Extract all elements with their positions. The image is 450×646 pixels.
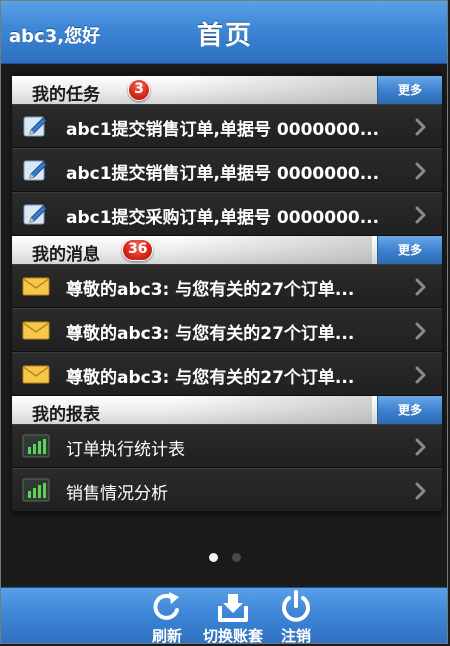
report-item-2[interactable]: 销售情况分析 [12, 468, 442, 512]
bar-chart-icon [22, 434, 50, 458]
refresh-icon [153, 592, 179, 620]
section-header-reports: 我的报表 更多 [12, 396, 442, 425]
bottom-toolbar: 刷新 切换账套 注销 [1, 587, 447, 644]
download-tray-icon [218, 594, 248, 622]
chevron-right-icon [415, 438, 426, 456]
bar-chart-icon [22, 478, 50, 502]
task-item-3[interactable]: abc1提交采购订单,单据号 0000000... [12, 192, 442, 236]
message-item-text: 尊敬的abc3: 与您有关的27个订单... [66, 368, 355, 388]
page-indicator[interactable] [1, 547, 447, 566]
task-item-text: abc1提交销售订单,单据号 0000000... [66, 164, 380, 184]
logout-label: 注销 [280, 627, 311, 644]
page-title: 首页 [196, 21, 253, 51]
home-panel: 我的任务 3 更多 abc1提交销售订单,单据号 0000000... abc1… [12, 71, 442, 513]
chevron-right-icon [415, 162, 426, 180]
logout-button[interactable]: 注销 [271, 590, 321, 644]
reports-more-button[interactable]: 更多 [377, 396, 442, 424]
task-item-2[interactable]: abc1提交销售订单,单据号 0000000... [12, 148, 442, 192]
envelope-icon [22, 365, 50, 384]
tasks-count-badge: 3 [128, 79, 150, 101]
task-item-text: abc1提交采购订单,单据号 0000000... [66, 208, 380, 228]
chevron-right-icon [415, 278, 426, 296]
section-title-reports: 我的报表 [32, 405, 100, 425]
refresh-button[interactable]: 刷新 [139, 590, 195, 644]
section-title-messages: 我的消息 [32, 245, 100, 265]
switch-account-button[interactable]: 切换账套 [195, 590, 271, 644]
message-item-2[interactable]: 尊敬的abc3: 与您有关的27个订单... [12, 308, 442, 352]
envelope-icon [22, 321, 50, 340]
messages-more-button[interactable]: 更多 [377, 236, 442, 264]
report-item-text: 订单执行统计表 [66, 440, 185, 460]
app-screen: abc3,您好 首页 我的任务 3 更多 abc1提交销售订单,单据号 0000… [0, 0, 448, 644]
section-header-tasks: 我的任务 3 更多 [12, 76, 442, 105]
message-item-1[interactable]: 尊敬的abc3: 与您有关的27个订单... [12, 264, 442, 308]
refresh-label: 刷新 [151, 627, 182, 644]
tasks-more-button[interactable]: 更多 [377, 76, 442, 104]
message-item-3[interactable]: 尊敬的abc3: 与您有关的27个订单... [12, 352, 442, 396]
chevron-right-icon [415, 322, 426, 340]
message-item-text: 尊敬的abc3: 与您有关的27个订单... [66, 324, 355, 344]
page-dot-1[interactable] [209, 553, 218, 562]
message-item-text: 尊敬的abc3: 与您有关的27个订单... [66, 280, 355, 300]
edit-note-icon [23, 116, 47, 137]
switch-account-label: 切换账套 [202, 627, 263, 644]
chevron-right-icon [415, 366, 426, 384]
edit-note-icon [23, 160, 47, 181]
section-title-tasks: 我的任务 [32, 85, 100, 105]
chevron-right-icon [415, 482, 426, 500]
section-header-messages: 我的消息 36 更多 [12, 236, 442, 265]
chevron-right-icon [415, 118, 426, 136]
report-item-text: 销售情况分析 [66, 484, 168, 504]
page-dot-2[interactable] [232, 553, 241, 562]
power-icon [282, 590, 310, 622]
envelope-icon [22, 277, 50, 296]
edit-note-icon [23, 204, 47, 225]
top-bar: abc3,您好 首页 [1, 1, 447, 64]
chevron-right-icon [415, 206, 426, 224]
task-item-1[interactable]: abc1提交销售订单,单据号 0000000... [12, 104, 442, 148]
report-item-1[interactable]: 订单执行统计表 [12, 424, 442, 468]
task-item-text: abc1提交销售订单,单据号 0000000... [66, 120, 380, 140]
messages-count-badge: 36 [122, 239, 154, 261]
